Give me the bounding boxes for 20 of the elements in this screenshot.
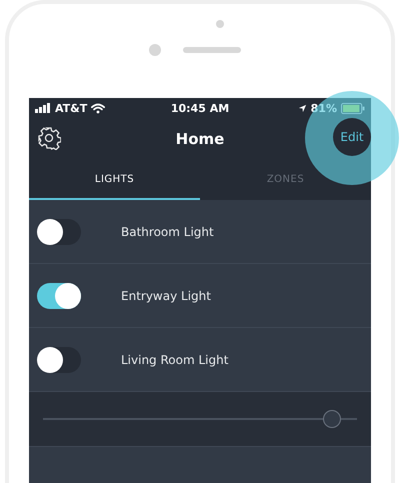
status-time: 10:45 AM (170, 102, 230, 114)
toggle-switch[interactable] (37, 282, 81, 308)
toggle-switch[interactable] (37, 218, 81, 244)
sensor-icon (216, 20, 224, 28)
camera-icon (149, 44, 161, 56)
edit-button[interactable]: Edit (333, 118, 371, 156)
wifi-icon (91, 102, 106, 114)
toggle-switch[interactable] (37, 346, 81, 372)
tab[interactable]: LIGHTS (29, 160, 200, 200)
settings-icon[interactable] (37, 126, 61, 150)
battery-icon (341, 102, 365, 114)
light-name: Living Room Light (121, 352, 228, 366)
slider-thumb[interactable] (322, 410, 341, 428)
speaker-icon (183, 47, 241, 53)
location-arrow-icon (298, 104, 307, 112)
screen-title: Home (176, 130, 224, 148)
light-name: Entryway Light (121, 288, 211, 302)
carrier-label: AT&T (55, 102, 88, 114)
signal-icon (35, 103, 51, 113)
light-name: Bathroom Light (121, 224, 214, 238)
